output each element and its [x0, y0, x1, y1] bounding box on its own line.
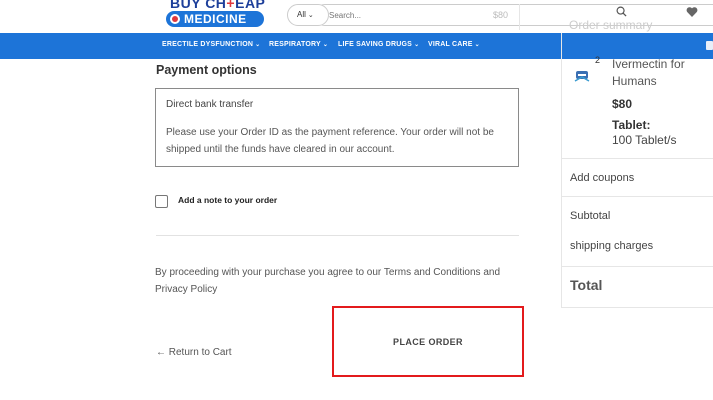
header-ghost-price: $80 — [493, 10, 509, 20]
nav-item-erectile-dysfunction[interactable]: ERECTILE DYSFUNCTION ⌄ — [162, 41, 260, 48]
chevron-down-icon: ⌄ — [414, 42, 420, 48]
checkout-page: BUY CH+EAP MEDICINE All⌄ $80 Order summa… — [0, 0, 713, 400]
total-label: Total — [570, 277, 603, 293]
order-note-label[interactable]: Add a note to your order — [178, 195, 277, 205]
divider — [562, 307, 713, 308]
payment-method-label: Direct bank transfer — [166, 99, 254, 110]
order-note-checkbox[interactable] — [155, 195, 168, 208]
payment-description: Please use your Order ID as the payment … — [166, 127, 494, 155]
subtotal-label: Subtotal — [570, 210, 611, 222]
header-divider — [519, 4, 520, 30]
product-quantity-badge: 2 — [595, 55, 601, 65]
nav-item-respiratory[interactable]: RESPIRATORY ⌄ — [269, 41, 328, 48]
product-attribute-value: 100 Tablet/s — [612, 133, 677, 147]
header-ghost-summary: Order summary — [569, 18, 653, 32]
nav-item-viral-care[interactable]: VIRAL CARE ⌄ — [428, 41, 480, 48]
return-to-cart-link[interactable]: ← Return to Cart — [156, 347, 232, 358]
divider — [562, 196, 713, 197]
place-order-button[interactable]: PLACE ORDER — [332, 306, 524, 377]
product-name: Ivermectin for Humans — [612, 57, 685, 88]
pill-icon — [170, 14, 180, 24]
add-coupons-toggle[interactable]: Add coupons — [570, 172, 634, 184]
divider — [562, 266, 713, 267]
shipping-charges-label: shipping charges — [570, 240, 654, 252]
category-select[interactable]: All ⌄ — [287, 4, 329, 26]
search-icon[interactable] — [616, 6, 627, 17]
payment-method-box[interactable]: Direct bank transfer Please use your Ord… — [155, 88, 519, 167]
chevron-down-icon: ⌄ — [255, 42, 261, 48]
divider — [156, 235, 519, 236]
product-attribute-name: Tablet: — [612, 118, 651, 132]
chevron-down-icon: ⌄ — [307, 12, 314, 19]
chevron-down-icon: ⌄ — [474, 42, 480, 48]
site-logo[interactable]: BUY CH+EAP MEDICINE — [166, 0, 268, 30]
logo-wordmark-bottom: MEDICINE — [166, 11, 264, 27]
site-header: BUY CH+EAP MEDICINE All⌄ $80 Order summa… — [0, 0, 713, 33]
divider — [562, 158, 713, 159]
payment-options-title: Payment options — [156, 63, 257, 77]
heart-icon[interactable] — [686, 6, 698, 18]
chevron-down-icon: ⌄ — [322, 42, 329, 48]
logo-wordmark-top: BUY CH+EAP — [170, 0, 266, 11]
terms-notice: By proceeding with your purchase you agr… — [155, 267, 501, 295]
product-price: $80 — [612, 97, 633, 111]
search-input[interactable] — [314, 4, 713, 26]
product-thumbnail — [574, 71, 590, 82]
nav-item-life-saving-drugs[interactable]: LIFE SAVING DRUGS ⌄ — [338, 41, 419, 48]
order-summary: 2 Ivermectin for Humans $80 Tablet: 100 … — [561, 33, 713, 308]
